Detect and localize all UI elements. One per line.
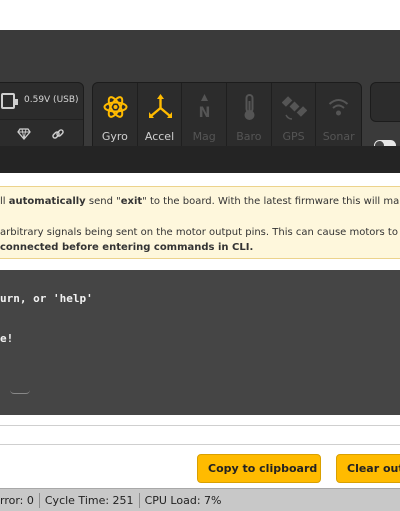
clear-output-button[interactable]: Clear out xyxy=(336,454,400,483)
status-cycle-time: Cycle Time: 251 xyxy=(38,492,139,508)
baro-icon xyxy=(244,94,255,120)
accel-icon xyxy=(148,94,172,118)
console-scroll-indicator xyxy=(10,390,30,394)
sensor-label-baro: Baro xyxy=(236,130,262,143)
diamond-icon[interactable] xyxy=(17,127,31,141)
console-line: e! xyxy=(0,332,14,345)
sensor-label-mag: Mag xyxy=(192,130,216,143)
status-error-count: rror: 0 xyxy=(0,493,34,507)
header-bar: 0.59V (USB) Gyro Accel N Mag Baro GPS So… xyxy=(0,30,400,152)
top-margin xyxy=(0,0,400,30)
cli-tab-screen: 0.59V (USB) Gyro Accel N Mag Baro GPS So… xyxy=(0,0,400,511)
console-line: urn, or 'help' xyxy=(0,292,93,305)
tab-content-header xyxy=(0,146,400,173)
power-panel: 0.59V (USB) xyxy=(0,82,84,150)
sensor-gyro: Gyro xyxy=(93,83,138,151)
cli-warning-notice: ll automatically send "exit" to the boar… xyxy=(0,186,400,259)
notice-line-2: arbitrary signals being sent on the moto… xyxy=(0,227,398,238)
status-cpu-load: CPU Load: 7% xyxy=(138,492,227,508)
notice-line-3: connected before entering commands in CL… xyxy=(0,242,254,253)
notice-line-1: ll automatically send "exit" to the boar… xyxy=(0,196,400,207)
battery-icon xyxy=(1,93,18,109)
sensor-status-panel: Gyro Accel N Mag Baro GPS Sonar xyxy=(92,82,362,152)
sensor-gps: GPS xyxy=(272,83,317,151)
sensor-label-accel: Accel xyxy=(144,130,175,143)
connect-button[interactable] xyxy=(370,82,400,122)
gps-icon xyxy=(281,96,307,120)
sonar-icon xyxy=(329,99,349,116)
sensor-mag: N Mag xyxy=(182,83,228,151)
sensor-accel: Accel xyxy=(138,83,183,151)
voltage-readout: 0.59V (USB) xyxy=(24,95,79,105)
gyro-icon xyxy=(103,96,128,118)
svg-text:N: N xyxy=(199,105,211,121)
cli-command-input[interactable] xyxy=(0,425,400,445)
sensor-baro: Baro xyxy=(227,83,272,151)
mag-icon: N xyxy=(199,94,211,121)
cli-console-output[interactable]: urn, or 'help' e! xyxy=(0,270,400,415)
status-bar: rror: 0 Cycle Time: 251 CPU Load: 7% xyxy=(0,488,400,511)
sensor-label-gps: GPS xyxy=(282,130,305,143)
panel-divider xyxy=(0,119,83,120)
copy-to-clipboard-button[interactable]: Copy to clipboard xyxy=(197,454,321,483)
sensor-label-sonar: Sonar xyxy=(322,130,355,143)
link-icon[interactable] xyxy=(51,127,65,141)
sensor-sonar: Sonar xyxy=(316,83,361,151)
sensor-label-gyro: Gyro xyxy=(101,130,128,143)
